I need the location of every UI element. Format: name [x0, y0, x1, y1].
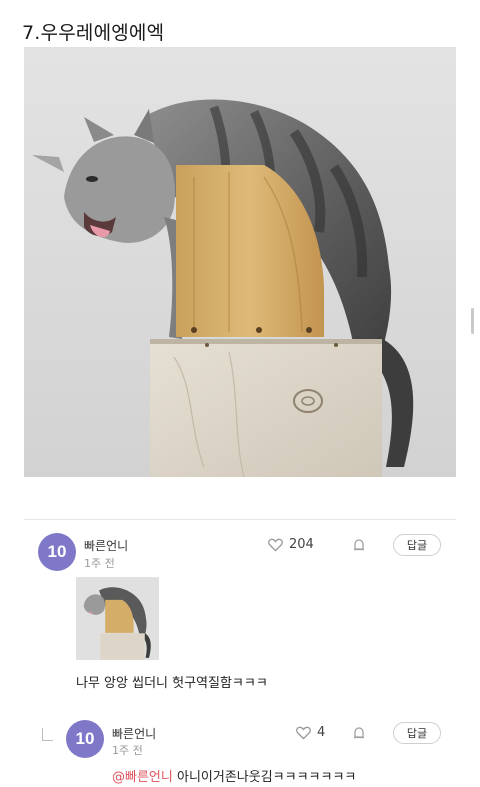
comment-author[interactable]: 빠른언니 [112, 725, 156, 742]
reply-button[interactable]: 답글 [393, 722, 441, 744]
mention-link[interactable]: @빠른언니 [112, 770, 173, 785]
heart-icon [268, 538, 283, 552]
comment-text: 나무 앙앙 씹더니 헛구역질함ㅋㅋㅋ [76, 676, 268, 691]
heart-icon [296, 726, 311, 740]
scrollbar[interactable] [471, 308, 474, 334]
reply-connector [42, 728, 53, 741]
reply-comment-text: @빠른언니 아니이거존나웃김ㅋㅋㅋㅋㅋㅋㅋ [112, 766, 356, 785]
avatar[interactable]: 10 [66, 720, 104, 758]
comment-author[interactable]: 빠른언니 [84, 537, 128, 554]
cat-thumbnail-illustration [76, 577, 159, 660]
comment-time: 1주 전 [84, 557, 115, 570]
like-count: 204 [289, 537, 314, 552]
cat-on-wooden-stand-illustration [24, 47, 456, 477]
comment-image[interactable] [76, 577, 159, 660]
post-image [24, 47, 456, 477]
bell-icon[interactable] [352, 726, 366, 740]
reply-text: 아니이거존나웃김ㅋㅋㅋㅋㅋㅋㅋ [176, 770, 357, 785]
comment-time: 1주 전 [112, 744, 143, 757]
reply-button[interactable]: 답글 [393, 534, 441, 556]
post-title: 7.우우레에엥에엑 [22, 22, 165, 44]
avatar[interactable]: 10 [38, 533, 76, 571]
like-button[interactable]: 4 [296, 725, 325, 740]
comments-divider [24, 519, 456, 520]
bell-icon[interactable] [352, 538, 366, 552]
like-count: 4 [317, 725, 326, 740]
like-button[interactable]: 204 [268, 537, 314, 552]
